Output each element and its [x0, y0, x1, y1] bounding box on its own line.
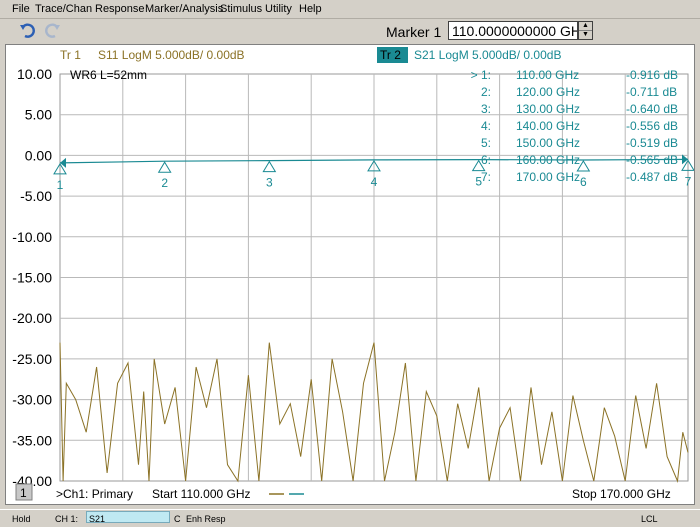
menu-response[interactable]: Response	[95, 3, 145, 15]
chart-grid	[59, 73, 689, 482]
marker-row-value: -0.916 dB	[626, 68, 678, 82]
y-tick-label: -15.00	[12, 270, 52, 286]
y-tick-label: -25.00	[12, 351, 52, 367]
spin-down-icon[interactable]: ▼	[579, 31, 592, 39]
stop-frequency[interactable]: Stop 170.000 GHz	[572, 487, 671, 501]
marker-row-frequency: 150.00 GHz	[516, 136, 580, 150]
marker-row-frequency: 120.00 GHz	[516, 85, 580, 99]
marker-triangle-icon	[262, 160, 277, 173]
reference-left-icon	[60, 157, 66, 168]
marker-row-value: -0.556 dB	[626, 119, 678, 133]
toolbar	[0, 19, 700, 44]
status-trace[interactable]: S21	[89, 514, 105, 524]
status-mode: Enh Resp	[186, 514, 226, 524]
marker-row-id: 4:	[481, 119, 491, 133]
marker-row-id: 2:	[481, 85, 491, 99]
marker-row-value: -0.519 dB	[626, 136, 678, 150]
marker-row-id: 7:	[481, 170, 491, 184]
marker-spinner[interactable]: ▲ ▼	[578, 21, 593, 40]
marker-row-id: 3:	[481, 102, 491, 116]
y-tick-label: -5.00	[20, 188, 52, 204]
menu-help[interactable]: Help	[299, 3, 322, 15]
y-tick-label: 5.00	[25, 107, 52, 123]
chart-annotation: WR6 L=52mm	[70, 68, 147, 82]
menu-marker-analysis[interactable]: Marker/Analysis	[145, 3, 223, 15]
marker-glyph-label: 4	[371, 175, 378, 189]
marker-glyph-label: 2	[161, 176, 168, 190]
marker-glyph-label: 6	[580, 175, 587, 189]
marker-frequency-input[interactable]	[448, 21, 578, 40]
marker-row-id: 5:	[481, 136, 491, 150]
marker-row-id: 6:	[481, 153, 491, 167]
trace-chart: 10.00 5.00 0.00 -5.00 -10.00 -15.00 -20.00 -25.…	[12, 47, 695, 501]
marker-glyph-label: 3	[266, 176, 273, 190]
marker-label: Marker 1	[386, 24, 442, 40]
tr2-desc: S21 LogM 5.000dB/ 0.00dB	[414, 48, 561, 62]
marker-row-id: > 1:	[471, 68, 491, 82]
tr1-label[interactable]: Tr 1	[60, 48, 81, 62]
marker-triangle-icon	[157, 161, 172, 173]
marker-row-frequency: 170.00 GHz	[516, 170, 580, 184]
y-tick-label: -30.00	[12, 392, 52, 408]
spin-up-icon[interactable]: ▲	[579, 22, 592, 31]
marker-row-frequency: 140.00 GHz	[516, 119, 580, 133]
marker-row-frequency: 130.00 GHz	[516, 102, 580, 116]
marker-glyph-label: 7	[685, 174, 692, 188]
redo-icon[interactable]	[42, 21, 62, 41]
marker-row-value: -0.565 dB	[626, 153, 678, 167]
tr2-label[interactable]: Tr 2	[380, 48, 401, 62]
channel-info: >Ch1: Primary	[56, 487, 133, 501]
marker-row-value: -0.487 dB	[626, 170, 678, 184]
menu-bar: File Trace/Chan Response Marker/Analysis…	[0, 0, 700, 19]
measurement-panel: 10.00 5.00 0.00 -5.00 -10.00 -15.00 -20.00 -25.…	[5, 44, 695, 505]
y-tick-label: -20.00	[12, 310, 52, 326]
channel-number: 1	[20, 486, 27, 500]
marker-glyph-label: 1	[57, 178, 64, 192]
marker-table: > 1: 110.00 GHz -0.916 dB 2: 120.00 GHz -0.71…	[471, 68, 678, 184]
undo-icon[interactable]	[18, 21, 38, 41]
menu-stimulus[interactable]: Stimulus	[220, 3, 262, 15]
y-tick-label: -10.00	[12, 229, 52, 245]
start-frequency[interactable]: Start 110.000 GHz	[152, 487, 251, 501]
menu-trace-chan[interactable]: Trace/Chan	[35, 3, 92, 15]
status-channel: CH 1:	[55, 514, 79, 524]
status-c: C	[174, 514, 181, 524]
tr1-desc: S11 LogM 5.000dB/ 0.00dB	[98, 48, 245, 62]
menu-file[interactable]: File	[12, 3, 30, 15]
y-tick-label: 0.00	[25, 147, 52, 163]
marker-row-value: -0.711 dB	[626, 85, 677, 99]
marker-row-value: -0.640 dB	[626, 102, 678, 116]
menu-utility[interactable]: Utility	[265, 3, 292, 15]
marker-row-frequency: 160.00 GHz	[516, 153, 580, 167]
marker-row-frequency: 110.00 GHz	[516, 68, 579, 82]
status-hold: Hold	[12, 514, 31, 524]
y-tick-label: 10.00	[17, 66, 52, 82]
y-axis-labels: 10.00 5.00 0.00 -5.00 -10.00 -15.00 -20.00 -25.…	[12, 66, 52, 489]
status-lcl: LCL	[641, 514, 658, 524]
y-tick-label: -35.00	[12, 432, 52, 448]
